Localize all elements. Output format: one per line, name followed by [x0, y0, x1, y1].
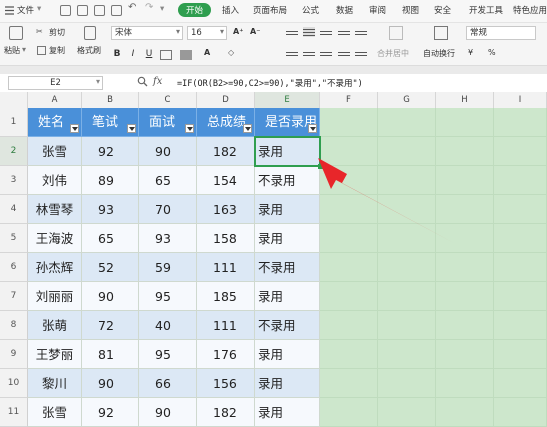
cell-b11[interactable]: 92 [82, 398, 139, 427]
row-header-11[interactable]: 11 [0, 398, 28, 427]
red-arrow-shape [318, 158, 454, 243]
cell-a11[interactable]: 张雪 [28, 398, 82, 427]
cell-g11[interactable] [378, 398, 436, 427]
cell-h11[interactable] [436, 398, 494, 427]
cell-c11[interactable]: 90 [139, 398, 197, 427]
cell-i11[interactable] [494, 398, 547, 427]
cell-f11[interactable] [320, 398, 378, 427]
cell-d11[interactable]: 182 [197, 398, 255, 427]
red-arrow-icon [318, 158, 454, 243]
cell-e11[interactable]: 录用 [255, 398, 320, 427]
